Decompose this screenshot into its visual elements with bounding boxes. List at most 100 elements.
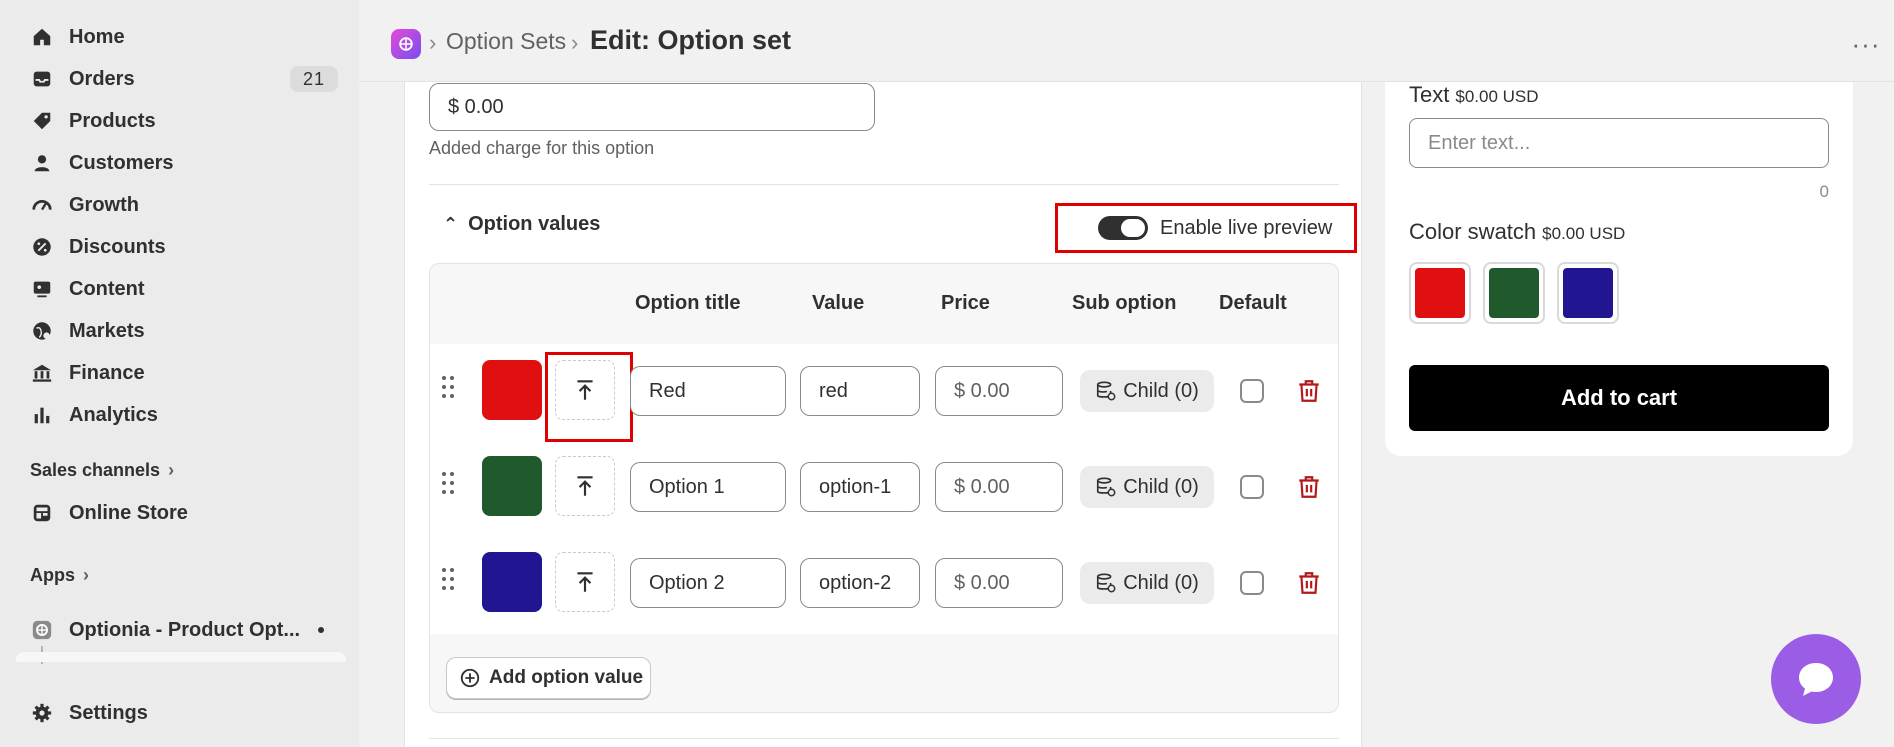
option-values-label: Option values [468,213,601,235]
option-price-input[interactable]: $ 0.00 [935,462,1063,512]
color-swatch[interactable] [482,552,542,612]
upload-arrow-icon [577,572,593,592]
nav-label: Orders [69,67,135,90]
nav-growth[interactable]: Growth [16,185,346,225]
sub-option-label: Child (0) [1123,571,1199,594]
breadcrumb-option-sets[interactable]: Option Sets [446,28,566,55]
swatch-label: Color swatch [1409,219,1537,244]
page-title: Edit: Option set [590,25,791,55]
column-header-value: Value [812,292,865,314]
nav-online-store[interactable]: Online Store [16,493,346,533]
delete-trash-icon[interactable] [1296,473,1322,501]
add-option-value-button[interactable]: Add option value [446,657,651,699]
default-checkbox[interactable] [1240,379,1264,403]
plus-circle-icon [460,668,480,688]
live-preview-switch[interactable] [1098,216,1148,240]
option-editor-card: $ 0.00 Added charge for this option ⌃ Op… [404,82,1362,747]
option-title-input[interactable]: Option 2 [630,558,786,608]
upload-image-button[interactable] [555,456,615,516]
pin-dot [318,627,324,633]
nav-finance[interactable]: Finance [16,353,346,393]
nav-label: Customers [69,151,174,174]
divider [429,184,1339,185]
sub-option-button[interactable]: Child (0) [1080,370,1214,412]
nav-orders[interactable]: Orders 21 [16,59,346,99]
option-value-input[interactable]: option-2 [800,558,920,608]
discount-icon [30,235,54,259]
nav-label: Home [69,25,125,48]
delete-trash-icon[interactable] [1296,569,1322,597]
nav-content[interactable]: Content [16,269,346,309]
app-logo-icon[interactable] [391,29,421,59]
content-icon [30,277,54,301]
preview-swatch-green[interactable] [1483,262,1545,324]
add-to-cart-button[interactable]: Add to cart [1409,365,1829,431]
nav-markets[interactable]: Markets [16,311,346,351]
top-header: › Option Sets › Edit: Option set ··· [359,0,1894,82]
nav-label: Markets [69,319,145,342]
upload-image-button[interactable] [555,552,615,612]
upload-highlight [545,352,633,442]
preview-text-input[interactable]: Enter text... [1409,118,1829,168]
added-charge-help-text: Added charge for this option [429,138,655,158]
option-price-input[interactable]: $ 0.00 [935,558,1063,608]
drag-handle-icon[interactable] [442,376,456,400]
nav-label: Products [69,109,156,132]
color-swatch[interactable] [482,456,542,516]
nav-products[interactable]: Products [16,101,346,141]
nav-discounts[interactable]: Discounts [16,227,346,267]
column-header-sub-option: Sub option [1072,292,1177,314]
color-swatch-label: Color swatch $0.00 USD [1409,219,1625,245]
column-header-price: Price [941,292,990,314]
nav-label: Settings [69,701,148,724]
bar-chart-icon [30,403,54,427]
sub-option-label: Child (0) [1123,475,1199,498]
delete-trash-icon[interactable] [1296,377,1322,405]
inbox-icon [30,67,54,91]
database-icon [1097,573,1116,593]
option-value-input[interactable]: option-1 [800,462,920,512]
option-values-collapse-toggle[interactable]: ⌃ Option values [443,213,600,236]
option-title-input[interactable]: Red [630,366,786,416]
swatch-price: $0.00 USD [1542,224,1626,243]
nav-app-optionia[interactable]: Optionia - Product Opt... [16,610,346,650]
sub-option-button[interactable]: Child (0) [1080,562,1214,604]
option-value-input[interactable]: red [800,366,920,416]
globe-icon [30,319,54,343]
color-swatch[interactable] [482,360,542,420]
preview-swatch-blue[interactable] [1557,262,1619,324]
bank-icon [30,361,54,385]
default-checkbox[interactable] [1240,571,1264,595]
text-field-label: Text $0.00 USD [1409,82,1539,108]
default-checkbox[interactable] [1240,475,1264,499]
app-subitem[interactable] [16,652,346,662]
sub-option-button[interactable]: Child (0) [1080,466,1214,508]
live-preview-label: Enable live preview [1160,216,1333,239]
live-preview-panel: Text $0.00 USD Enter text... 0 Color swat… [1385,82,1853,456]
divider [429,738,1339,739]
option-price-input[interactable]: $ 0.00 [935,366,1063,416]
orders-count-badge: 21 [290,66,338,92]
more-actions-button[interactable]: ··· [1848,26,1884,62]
drag-handle-icon[interactable] [442,568,456,592]
sales-channels-label: Sales channels [30,460,161,480]
nav-home[interactable]: Home [16,17,346,57]
preview-swatch-red[interactable] [1409,262,1471,324]
nav-analytics[interactable]: Analytics [16,395,346,435]
nav-label: Growth [69,193,139,216]
live-preview-highlight: Enable live preview [1055,203,1357,253]
nav-label: Discounts [69,235,166,258]
text-price: $0.00 USD [1455,87,1539,106]
nav-customers[interactable]: Customers [16,143,346,183]
apps-label: Apps [30,565,75,585]
home-icon [30,25,54,49]
drag-handle-icon[interactable] [442,472,456,496]
breadcrumb-separator: › [571,30,579,55]
breadcrumb-separator: › [429,30,437,55]
added-charge-input[interactable]: $ 0.00 [429,83,875,131]
apps-heading[interactable]: Apps › [30,565,89,586]
nav-settings[interactable]: Settings [16,693,346,733]
chat-widget-button[interactable] [1771,634,1861,724]
option-title-input[interactable]: Option 1 [630,462,786,512]
sales-channels-heading[interactable]: Sales channels › [30,460,174,481]
